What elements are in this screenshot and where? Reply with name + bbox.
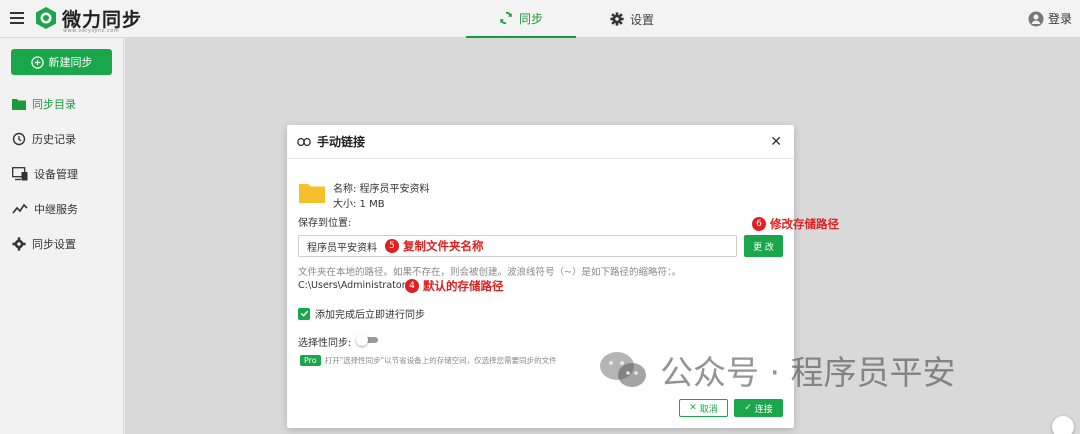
tab-sync-label: 同步 bbox=[518, 11, 543, 26]
user-icon bbox=[1028, 11, 1044, 26]
annotation-change-path: 6 修改存储路径 bbox=[752, 216, 839, 232]
login-label: 登录 bbox=[1047, 12, 1072, 26]
save-location-label: 保存到位置: bbox=[298, 218, 352, 229]
sidebar-item-sync-settings[interactable]: 同步设置 bbox=[12, 236, 76, 252]
new-sync-button[interactable]: 新建同步 bbox=[11, 49, 112, 75]
device-icon bbox=[12, 167, 28, 181]
cancel-label: 取消 bbox=[699, 404, 718, 415]
save-path-input[interactable] bbox=[298, 235, 737, 257]
sync-icon bbox=[500, 11, 512, 25]
relay-icon bbox=[12, 203, 28, 214]
sync-after-add-row[interactable]: 添加完成后立即进行同步 bbox=[298, 306, 425, 321]
annotation-text: 修改存储路径 bbox=[770, 217, 839, 231]
link-icon bbox=[297, 137, 311, 146]
close-icon: ✕ bbox=[689, 403, 697, 413]
sidebar-item-label: 同步目录 bbox=[32, 98, 76, 111]
gear-icon bbox=[12, 237, 26, 251]
gear-icon bbox=[610, 12, 624, 26]
new-sync-label: 新建同步 bbox=[48, 56, 93, 69]
connect-label: 连接 bbox=[754, 404, 773, 415]
sidebar-item-label: 中继服务 bbox=[34, 203, 78, 216]
path-hint: 文件夹在本地的路径。如果不存在，则会被创建。波浪线符号（~）是如下路径的缩略符：… bbox=[298, 267, 682, 278]
annotation-default-path: 4 默认的存储路径 bbox=[405, 278, 504, 294]
selective-sync-label: 选择性同步: bbox=[298, 338, 352, 349]
file-size: 大小: 1 MB bbox=[333, 199, 385, 210]
folder-icon bbox=[12, 99, 26, 110]
pro-hint-row: Pro 打开"选择性同步"以节省设备上的存储空间，仅选择您需要同步的文件 bbox=[300, 355, 557, 366]
check-icon: ✓ bbox=[744, 403, 752, 413]
sidebar: 新建同步 同步目录 历史记录 设备管理 中继服务 同步设置 bbox=[0, 38, 124, 434]
sync-after-add-checkbox[interactable] bbox=[298, 307, 310, 320]
login-button[interactable]: 登录 bbox=[1028, 10, 1072, 27]
tab-sync[interactable]: 同步 bbox=[466, 0, 576, 38]
tab-settings-label: 设置 bbox=[630, 12, 655, 27]
annotation-number: 4 bbox=[405, 279, 419, 293]
cancel-button[interactable]: ✕ 取消 bbox=[679, 399, 728, 417]
selective-sync-toggle[interactable] bbox=[356, 334, 380, 346]
annotation-number: 5 bbox=[385, 239, 399, 253]
wechat-icon bbox=[600, 352, 646, 387]
sidebar-item-label: 历史记录 bbox=[32, 133, 76, 146]
plus-circle-icon bbox=[30, 55, 44, 69]
logo-icon bbox=[36, 7, 56, 29]
connect-button[interactable]: ✓ 连接 bbox=[734, 399, 783, 417]
pro-badge: Pro bbox=[300, 355, 321, 366]
annotation-copy-folder-name: 5 复制文件夹名称 bbox=[385, 238, 484, 254]
annotation-text: 默认的存储路径 bbox=[423, 279, 504, 293]
dialog-header: 手动链接 bbox=[287, 125, 794, 159]
logo-subtitle: www.verysync.com bbox=[63, 28, 120, 34]
change-path-button[interactable]: 更 改 bbox=[744, 235, 783, 257]
translate-icon[interactable] bbox=[1052, 416, 1074, 434]
sidebar-item-sync-folders[interactable]: 同步目录 bbox=[12, 96, 76, 112]
folder-icon bbox=[299, 184, 325, 203]
default-path: C:\Users\Administrator bbox=[298, 280, 406, 291]
history-icon bbox=[12, 132, 26, 146]
sidebar-item-devices[interactable]: 设备管理 bbox=[12, 166, 78, 182]
sidebar-item-label: 设备管理 bbox=[34, 168, 78, 181]
pro-hint-text: 打开"选择性同步"以节省设备上的存储空间，仅选择您需要同步的文件 bbox=[324, 356, 557, 365]
close-icon[interactable]: ✕ bbox=[770, 134, 782, 150]
annotation-number: 6 bbox=[752, 217, 766, 231]
annotation-text: 复制文件夹名称 bbox=[403, 239, 484, 253]
check-icon bbox=[300, 310, 308, 317]
watermark: 公众号 · 程序员平安 bbox=[598, 346, 955, 394]
dialog-title: 手动链接 bbox=[317, 135, 366, 149]
tab-settings[interactable]: 设置 bbox=[610, 0, 654, 38]
sidebar-item-relay[interactable]: 中继服务 bbox=[12, 201, 78, 217]
sidebar-item-label: 同步设置 bbox=[32, 238, 76, 251]
sync-after-add-label: 添加完成后立即进行同步 bbox=[315, 310, 425, 321]
file-name: 名称: 程序员平安资料 bbox=[333, 184, 430, 195]
menu-icon[interactable] bbox=[10, 12, 24, 24]
toggle-knob bbox=[356, 334, 368, 346]
sidebar-item-history[interactable]: 历史记录 bbox=[12, 131, 76, 147]
watermark-text: 公众号 · 程序员平安 bbox=[660, 353, 956, 392]
app-header: 微力同步 www.verysync.com 同步 设置 登录 bbox=[0, 0, 1080, 38]
